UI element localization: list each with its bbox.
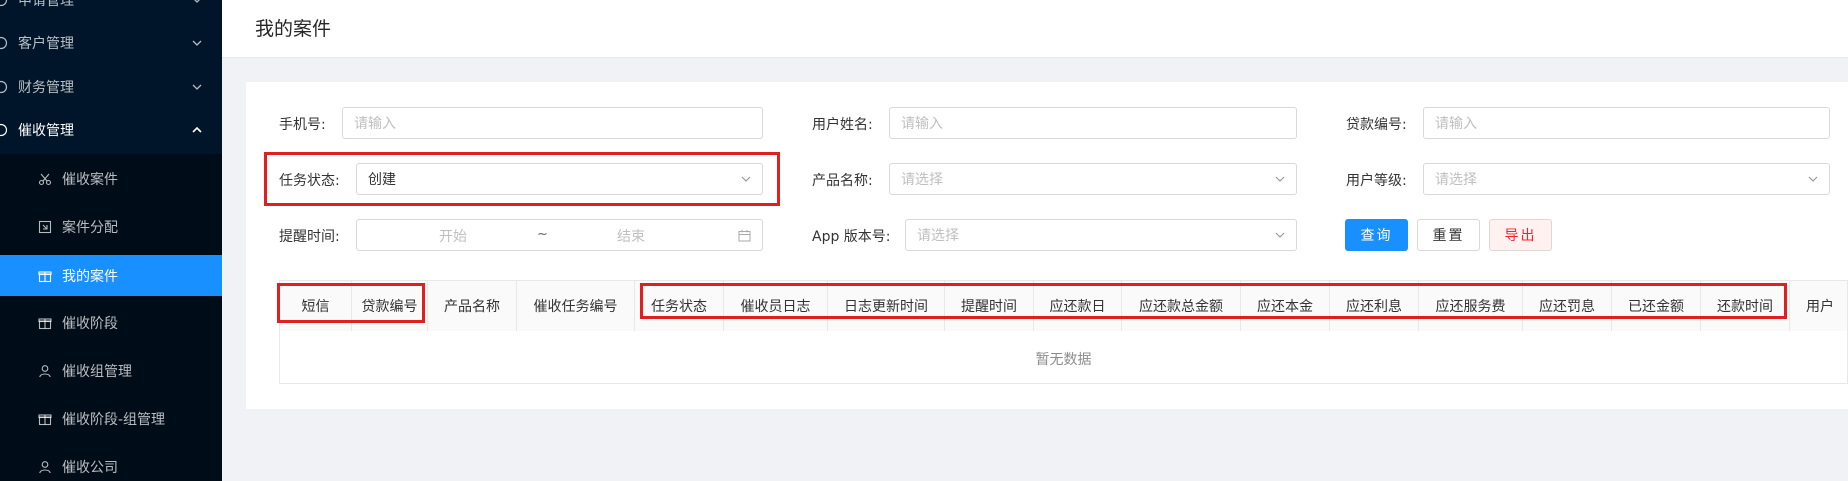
sidebar-item-collection-company[interactable]: 催收公司 [0, 443, 222, 481]
range-start[interactable]: 开始 [439, 226, 467, 246]
calendar-icon [738, 230, 751, 242]
sidebar-item-label: 我的案件 [62, 268, 118, 285]
sidebar-item-label: 案件分配 [62, 220, 118, 236]
product-name-placeholder: 请选择 [901, 172, 943, 188]
chevron-down-icon [1275, 232, 1285, 238]
remind-time-range[interactable]: 开始 ~ 结束 [356, 219, 763, 251]
reset-button[interactable]: 重置 [1417, 219, 1480, 251]
menu-group-icon [0, 80, 8, 94]
username-label: 用户姓名: [812, 117, 873, 133]
gift-icon [38, 412, 52, 426]
sidebar-item-collection-group[interactable]: 催收组管理 [0, 347, 222, 395]
menu-group-label: 客户管理 [18, 36, 74, 52]
remind-time-label: 提醒时间: [279, 229, 340, 245]
menu-group-icon [0, 0, 8, 7]
user-icon [38, 460, 52, 474]
sidebar-item-label: 催收阶段 [62, 316, 118, 332]
gift-icon [38, 316, 52, 330]
column-header: 用户 [1806, 299, 1834, 315]
chevron-down-icon [192, 84, 202, 90]
user-level-select[interactable]: 请选择 [1423, 163, 1830, 195]
menu-group-icon [0, 123, 8, 137]
chevron-up-icon [192, 126, 202, 133]
phone-label: 手机号: [279, 117, 326, 133]
menu-group-finance[interactable]: 财务管理 [0, 63, 222, 111]
sidebar-item-label: 催收阶段-组管理 [62, 412, 166, 428]
export-button[interactable]: 导出 [1489, 219, 1552, 251]
chevron-down-icon [1275, 176, 1285, 182]
sidebar-item-label: 催收案件 [62, 172, 118, 188]
phone-placeholder: 请输入 [354, 116, 396, 132]
username-placeholder: 请输入 [901, 116, 943, 132]
app-version-select[interactable]: 请选择 [905, 219, 1297, 251]
scissors-icon [38, 172, 52, 186]
menu-group-collection[interactable]: 催收管理 [0, 106, 222, 154]
column-header: 催收任务编号 [517, 281, 635, 331]
app-version-placeholder: 请选择 [917, 228, 959, 244]
user-level-placeholder: 请选择 [1435, 172, 1477, 188]
range-end[interactable]: 结束 [617, 226, 645, 246]
product-name-label: 产品名称: [812, 173, 873, 189]
chevron-down-icon [192, 40, 202, 46]
loan-no-placeholder: 请输入 [1435, 116, 1477, 132]
column-header: 产品名称 [428, 281, 517, 331]
username-input[interactable]: 请输入 [889, 107, 1297, 139]
menu-group-icon [0, 36, 8, 50]
phone-input[interactable]: 请输入 [342, 107, 763, 139]
app-version-label: App 版本号: [812, 229, 891, 245]
sidebar-item-label: 催收组管理 [62, 364, 132, 380]
product-name-select[interactable]: 请选择 [889, 163, 1297, 195]
loan-no-input[interactable]: 请输入 [1423, 107, 1830, 139]
range-separator: ~ [537, 227, 548, 242]
sidebar-item-case-assignment[interactable]: 案件分配 [0, 203, 222, 251]
chevron-down-icon [1808, 176, 1818, 182]
menu-group-customer[interactable]: 客户管理 [0, 19, 222, 67]
user-icon [38, 364, 52, 378]
sidebar-item-label: 催收公司 [62, 460, 118, 476]
sidebar-item-collection-cases[interactable]: 催收案件 [0, 155, 222, 203]
chevron-down-icon [194, 0, 200, 3]
highlight-sms-loan-columns [277, 283, 425, 323]
sidebar: 申请管理 客户管理 财务管理 催收管理 催收案件 案件分配 我的案件 催收阶段 … [0, 0, 222, 481]
sidebar-item-collection-stage[interactable]: 催收阶段 [0, 299, 222, 347]
page-title: 我的案件 [255, 18, 332, 40]
highlight-status-columns [640, 283, 1787, 319]
sidebar-item-my-cases[interactable]: 我的案件 [0, 255, 222, 296]
assign-icon [38, 220, 52, 234]
query-button[interactable]: 查询 [1345, 219, 1408, 251]
loan-no-label: 贷款编号: [1346, 117, 1407, 133]
menu-group-label: 申请管理 [18, 0, 74, 9]
empty-text: 暂无数据 [1035, 352, 1092, 368]
highlight-task-status [264, 152, 780, 206]
sidebar-item-stage-group[interactable]: 催收阶段-组管理 [0, 395, 222, 443]
table-body: 暂无数据 [279, 331, 1848, 384]
menu-group-label: 财务管理 [18, 80, 74, 96]
menu-group-label: 催收管理 [18, 123, 74, 139]
user-level-label: 用户等级: [1346, 173, 1407, 189]
page-header: 我的案件 [222, 0, 1848, 58]
gift-icon [38, 269, 52, 283]
